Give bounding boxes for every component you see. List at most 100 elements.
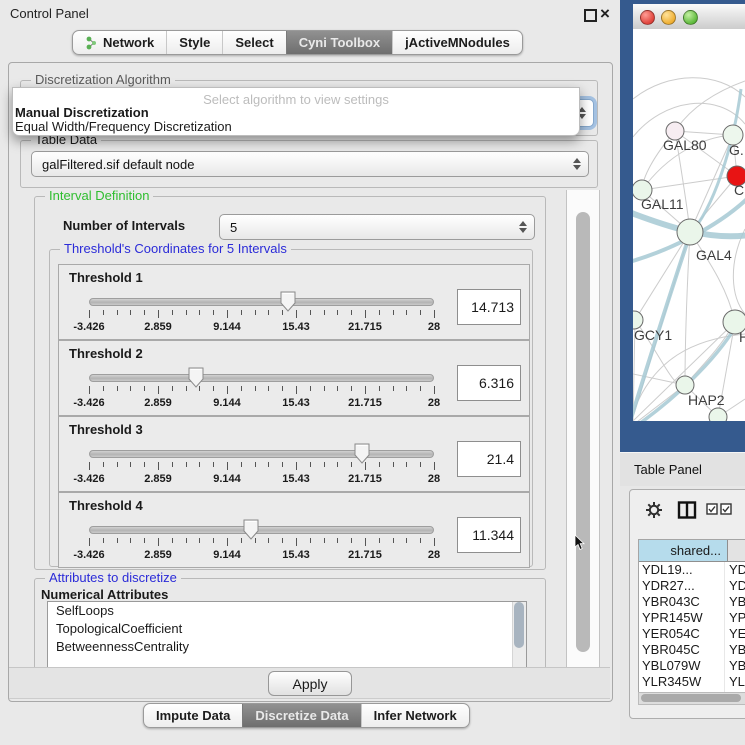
tick-label: -3.426	[73, 473, 104, 485]
apply-button[interactable]: Apply	[268, 671, 352, 696]
threshold-slider[interactable]: -3.4262.8599.14415.4321.71528	[89, 519, 434, 565]
combo-arrows-icon	[519, 221, 527, 233]
attribute-item-selfloops[interactable]: SelfLoops	[48, 602, 526, 620]
table-row[interactable]: YDR27...YDR2...	[639, 578, 745, 594]
cell-shared-name[interactable]: YDR27...	[639, 578, 725, 594]
dropdown-option-equal-width-frequency-discretization[interactable]: Equal Width/Frequency Discretization	[15, 119, 232, 134]
tab-impute-data[interactable]: Impute Data	[144, 704, 242, 727]
cell-name[interactable]: YBL0...	[725, 658, 745, 674]
tick-label: 9.144	[213, 473, 241, 485]
network-edge	[690, 232, 735, 322]
control-panel-titlebar: Control Panel ×	[0, 0, 620, 26]
checkbox-icon[interactable]	[720, 503, 733, 516]
cell-name[interactable]: YER0...	[725, 626, 745, 642]
settings-scrollbar-thumb[interactable]	[576, 212, 590, 652]
float-icon[interactable]	[584, 9, 597, 22]
numerical-attributes-label: Numerical Attributes	[41, 587, 168, 602]
slider-thumb[interactable]	[188, 367, 204, 389]
dropdown-option-manual-discretization[interactable]: Manual Discretization	[15, 105, 149, 120]
network-view-window[interactable]: GAL80G.CGAL11GAL4GCY1HHAP2	[620, 0, 745, 452]
table-row[interactable]: YBR045CYBR0...	[639, 642, 745, 658]
list-scrollbar[interactable]	[512, 602, 526, 668]
column-header-name[interactable]: n...	[728, 540, 745, 561]
table-row[interactable]: YPR145WYPR1...	[639, 610, 745, 626]
network-window-titlebar[interactable]	[633, 4, 745, 30]
mouse-cursor	[574, 535, 586, 551]
slider-thumb[interactable]	[243, 519, 259, 541]
table-data-combobox[interactable]: galFiltered.sif default node	[31, 151, 589, 177]
threshold-slider[interactable]: -3.4262.8599.14415.4321.71528	[89, 367, 434, 413]
threshold-slider[interactable]: -3.4262.8599.14415.4321.71528	[89, 443, 434, 489]
tab-cyni-toolbox[interactable]: Cyni Toolbox	[286, 31, 392, 54]
tab-network[interactable]: Network	[73, 31, 166, 54]
threshold-value-field[interactable]: 14.713	[457, 289, 521, 325]
tab-label: Style	[179, 35, 210, 50]
table-row[interactable]: YER054CYER0...	[639, 626, 745, 642]
cell-name[interactable]: YBR0...	[725, 642, 745, 658]
split-view-icon[interactable]	[677, 500, 697, 520]
tab-label: Select	[235, 35, 273, 50]
close-traffic-light[interactable]	[640, 10, 655, 25]
threshold-value-field[interactable]: 11.344	[457, 517, 521, 553]
checkbox-icon[interactable]	[706, 503, 719, 516]
cell-name[interactable]: YDR2...	[725, 578, 745, 594]
slider-thumb[interactable]	[354, 443, 370, 465]
network-edge	[685, 232, 690, 385]
list-scrollbar-thumb[interactable]	[514, 602, 524, 648]
table-panel-title: Table Panel	[634, 462, 702, 477]
table-panel: shared... n... YDL19...YDL1...YDR27...YD…	[629, 489, 745, 719]
cell-shared-name[interactable]: YBR043C	[639, 594, 725, 610]
attribute-item-topologicalcoefficient[interactable]: TopologicalCoefficient	[48, 620, 526, 638]
cell-shared-name[interactable]: YLR345W	[639, 674, 725, 690]
attribute-item-betweennesscentrality[interactable]: BetweennessCentrality	[48, 638, 526, 656]
zoom-traffic-light[interactable]	[683, 10, 698, 25]
table-hscrollbar[interactable]	[638, 692, 745, 705]
cell-name[interactable]: YBR0...	[725, 594, 745, 610]
network-node-gal4[interactable]	[677, 219, 703, 245]
tab-select[interactable]: Select	[222, 31, 285, 54]
cell-name[interactable]: YPR1...	[725, 610, 745, 626]
threshold-value-field[interactable]: 21.4	[457, 441, 521, 477]
tick-label: 21.715	[348, 473, 382, 485]
tick-label: 9.144	[213, 549, 241, 561]
cell-shared-name[interactable]: YPR145W	[639, 610, 725, 626]
table-row[interactable]: YBL079WYBL0...	[639, 658, 745, 674]
node-label: C	[734, 182, 744, 198]
minimize-traffic-light[interactable]	[661, 10, 676, 25]
table-panel-header: Table Panel	[620, 452, 745, 486]
tab-style[interactable]: Style	[166, 31, 222, 54]
network-edge	[642, 176, 737, 190]
table-row[interactable]: YLR345WYLR3...	[639, 674, 745, 690]
node-label: GCY1	[634, 327, 672, 343]
network-canvas[interactable]: GAL80G.CGAL11GAL4GCY1HHAP2	[633, 29, 745, 421]
gear-icon[interactable]	[644, 500, 664, 520]
tick-label: 2.859	[144, 473, 172, 485]
tab-jactivemnodules[interactable]: jActiveMNodules	[392, 31, 522, 54]
threshold-slider[interactable]: -3.4262.8599.14415.4321.71528	[89, 291, 434, 337]
cell-name[interactable]: YDL1...	[725, 562, 745, 578]
table-row[interactable]: YBR043CYBR0...	[639, 594, 745, 610]
tick-label: -3.426	[73, 549, 104, 561]
settings-scrollbar[interactable]	[566, 190, 600, 668]
cell-name[interactable]: YLR3...	[725, 674, 745, 690]
algorithm-dropdown-popup: Select algorithm to view settings Manual…	[12, 87, 580, 136]
table-row[interactable]: YDL19...YDL1...	[639, 562, 745, 578]
network-graph: GAL80G.CGAL11GAL4GCY1HHAP2	[633, 29, 745, 421]
threshold-value-field[interactable]: 6.316	[457, 365, 521, 401]
cell-shared-name[interactable]: YBR045C	[639, 642, 725, 658]
cell-shared-name[interactable]: YDL19...	[639, 562, 725, 578]
tab-discretize-data[interactable]: Discretize Data	[242, 704, 360, 727]
cell-shared-name[interactable]: YER054C	[639, 626, 725, 642]
column-header-shared-name[interactable]: shared...	[639, 540, 728, 561]
slider-thumb[interactable]	[280, 291, 296, 313]
cell-shared-name[interactable]: YBL079W	[639, 658, 725, 674]
network-node[interactable]	[709, 408, 727, 421]
node-label: GAL11	[641, 196, 684, 212]
threshold-label: Threshold 4	[69, 498, 143, 513]
num-intervals-combobox[interactable]: 5	[219, 214, 535, 240]
close-icon[interactable]: ×	[600, 4, 610, 24]
table-hscrollbar-thumb[interactable]	[641, 694, 741, 702]
tab-infer-network[interactable]: Infer Network	[361, 704, 469, 727]
node-label: H	[739, 329, 745, 345]
node-label: GAL4	[696, 247, 732, 263]
